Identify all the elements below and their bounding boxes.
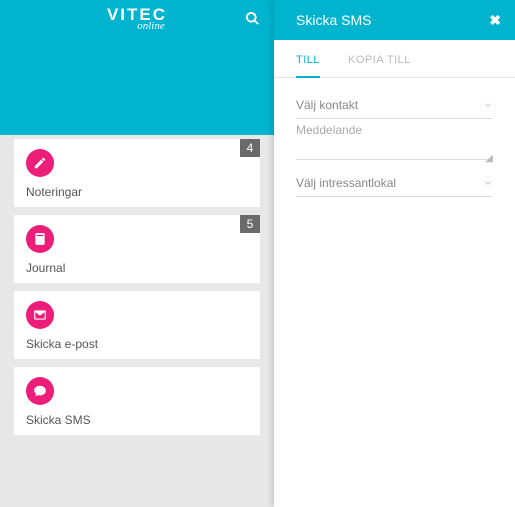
message-input[interactable] xyxy=(296,119,493,160)
card-label: Skicka e-post xyxy=(26,337,248,351)
badge-journal: 5 xyxy=(240,215,260,233)
badge-noteringar: 4 xyxy=(240,139,260,157)
panel-header: Skicka SMS ✖ xyxy=(274,0,515,40)
panel-title: Skicka SMS xyxy=(296,12,371,28)
card-skicka-sms[interactable]: Skicka SMS xyxy=(14,367,260,435)
card-journal[interactable]: 5 Journal xyxy=(14,215,260,283)
close-icon: ✖ xyxy=(489,12,501,28)
card-label: Journal xyxy=(26,261,248,275)
header-banner xyxy=(0,40,274,135)
card-label: Skicka SMS xyxy=(26,413,248,427)
brand-logo: VITEC online xyxy=(107,6,167,32)
select-interest-label: Välj intressantlokal xyxy=(296,176,396,190)
search-button[interactable] xyxy=(245,11,260,29)
left-column: VITEC online 4 Noteringar 5 xyxy=(0,0,274,507)
mail-icon xyxy=(26,301,54,329)
select-interest[interactable]: Välj intressantlokal xyxy=(296,170,493,197)
chevron-down-icon xyxy=(483,100,493,110)
tab-kopia[interactable]: KOPIA TILL xyxy=(348,54,411,77)
close-button[interactable]: ✖ xyxy=(489,12,501,29)
panel-tabs: TILL KOPIA TILL xyxy=(274,40,515,78)
card-skicka-epost[interactable]: Skicka e-post xyxy=(14,291,260,359)
side-panel: Skicka SMS ✖ TILL KOPIA TILL Välj kontak… xyxy=(274,0,515,507)
chat-icon xyxy=(26,377,54,405)
card-label: Noteringar xyxy=(26,185,248,199)
select-contact-label: Välj kontakt xyxy=(296,98,358,112)
pencil-icon xyxy=(26,149,54,177)
search-icon xyxy=(245,11,260,26)
panel-body: Välj kontakt ◢ Välj intressantlokal xyxy=(274,78,515,197)
select-contact[interactable]: Välj kontakt xyxy=(296,92,493,119)
chevron-down-icon xyxy=(483,178,493,188)
card-list: 4 Noteringar 5 Journal Skicka e-post xyxy=(0,135,274,435)
card-noteringar[interactable]: 4 Noteringar xyxy=(14,139,260,207)
book-icon xyxy=(26,225,54,253)
tab-till[interactable]: TILL xyxy=(296,54,320,78)
app-header: VITEC online xyxy=(0,0,274,40)
